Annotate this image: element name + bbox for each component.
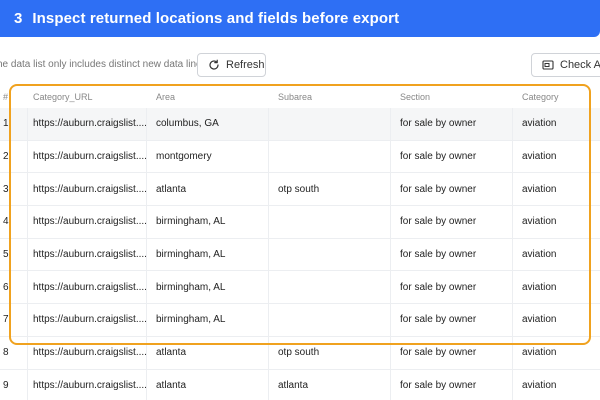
cell-section: for sale by owner — [400, 216, 477, 228]
cell-index: 2 — [3, 151, 9, 163]
column-divider — [268, 108, 269, 400]
step-number: 3 — [14, 10, 23, 27]
data-table: # Category_URL Area Subarea Section Cate… — [0, 86, 600, 400]
header-area[interactable]: Area — [156, 86, 175, 108]
header-category-url[interactable]: Category_URL — [33, 86, 93, 108]
table-row[interactable]: 2 https://auburn.craigslist.... montgome… — [0, 141, 600, 174]
cell-area: birmingham, AL — [156, 249, 226, 261]
cell-category: aviation — [522, 151, 557, 163]
table-row[interactable]: 1 https://auburn.craigslist.... columbus… — [0, 108, 600, 141]
cell-subarea: otp south — [278, 347, 320, 359]
cell-index: 9 — [3, 379, 9, 391]
cell-category: aviation — [522, 249, 557, 261]
cell-area: birmingham, AL — [156, 216, 226, 228]
cell-index: 3 — [3, 183, 9, 195]
cell-area: columbus, GA — [156, 118, 219, 130]
cell-section: for sale by owner — [400, 347, 477, 359]
table-row[interactable]: 4 https://auburn.craigslist.... birmingh… — [0, 206, 600, 239]
cell-category: aviation — [522, 314, 557, 326]
cell-section: for sale by owner — [400, 314, 477, 326]
cell-category-url: https://auburn.craigslist.... — [33, 183, 147, 195]
cell-section: for sale by owner — [400, 118, 477, 130]
cell-category-url: https://auburn.craigslist.... — [33, 314, 147, 326]
table-row[interactable]: 6 https://auburn.craigslist.... birmingh… — [0, 271, 600, 305]
cell-section: for sale by owner — [400, 379, 477, 391]
header-section[interactable]: Section — [400, 86, 430, 108]
cell-index: 1 — [3, 118, 9, 130]
refresh-label: Refresh — [226, 59, 265, 71]
cell-section: for sale by owner — [400, 151, 477, 163]
cell-category-url: https://auburn.craigslist.... — [33, 281, 147, 293]
distinct-lines-note: he data list only includes distinct new … — [0, 59, 207, 70]
cell-category: aviation — [522, 118, 557, 130]
column-divider — [512, 108, 513, 400]
check-all-button[interactable]: Check All D — [531, 53, 600, 77]
cell-subarea: atlanta — [278, 379, 309, 391]
cell-area: montgomery — [156, 151, 212, 163]
header-index: # — [3, 92, 9, 102]
cell-section: for sale by owner — [400, 249, 477, 261]
column-divider — [390, 108, 391, 400]
cell-category: aviation — [522, 281, 557, 293]
cell-category-url: https://auburn.craigslist.... — [33, 347, 147, 359]
table-icon — [542, 59, 554, 71]
cell-section: for sale by owner — [400, 281, 477, 293]
table-header: # Category_URL Area Subarea Section Cate… — [0, 86, 600, 108]
column-divider — [146, 108, 147, 400]
table-row[interactable]: 8 https://auburn.craigslist.... atlanta … — [0, 337, 600, 370]
cell-category: aviation — [522, 216, 557, 228]
cell-index: 7 — [3, 314, 9, 326]
header-subarea[interactable]: Subarea — [278, 86, 312, 108]
screen: 3 Inspect returned locations and fields … — [0, 0, 600, 400]
cell-index: 4 — [3, 216, 9, 228]
table-row[interactable]: 5 https://auburn.craigslist.... birmingh… — [0, 239, 600, 272]
column-divider — [27, 108, 28, 400]
refresh-icon — [208, 59, 220, 71]
table-row[interactable]: 7 https://auburn.craigslist.... birmingh… — [0, 304, 600, 337]
table-row[interactable]: 3 https://auburn.craigslist.... atlanta … — [0, 173, 600, 207]
cell-area: atlanta — [156, 183, 187, 195]
cell-area: atlanta — [156, 379, 187, 391]
cell-category: aviation — [522, 379, 557, 391]
cell-area: atlanta — [156, 347, 187, 359]
cell-category-url: https://auburn.craigslist.... — [33, 249, 147, 261]
cell-category-url: https://auburn.craigslist.... — [33, 216, 147, 228]
header-category[interactable]: Category — [522, 86, 559, 108]
cell-category-url: https://auburn.craigslist.... — [33, 118, 147, 130]
cell-subarea: otp south — [278, 183, 320, 195]
cell-category: aviation — [522, 183, 557, 195]
cell-area: birmingham, AL — [156, 281, 226, 293]
cell-category-url: https://auburn.craigslist.... — [33, 379, 147, 391]
cell-category: aviation — [522, 347, 557, 359]
cell-index: 5 — [3, 249, 9, 261]
refresh-button[interactable]: Refresh — [197, 53, 266, 77]
cell-area: birmingham, AL — [156, 314, 226, 326]
cell-index: 8 — [3, 347, 9, 359]
check-all-label: Check All D — [560, 59, 600, 71]
step-banner: 3 Inspect returned locations and fields … — [0, 0, 600, 37]
step-title: Inspect returned locations and fields be… — [32, 10, 400, 27]
cell-section: for sale by owner — [400, 183, 477, 195]
table-row[interactable]: 9 https://auburn.craigslist.... atlanta … — [0, 370, 600, 400]
cell-category-url: https://auburn.craigslist.... — [33, 151, 147, 163]
cell-index: 6 — [3, 281, 9, 293]
